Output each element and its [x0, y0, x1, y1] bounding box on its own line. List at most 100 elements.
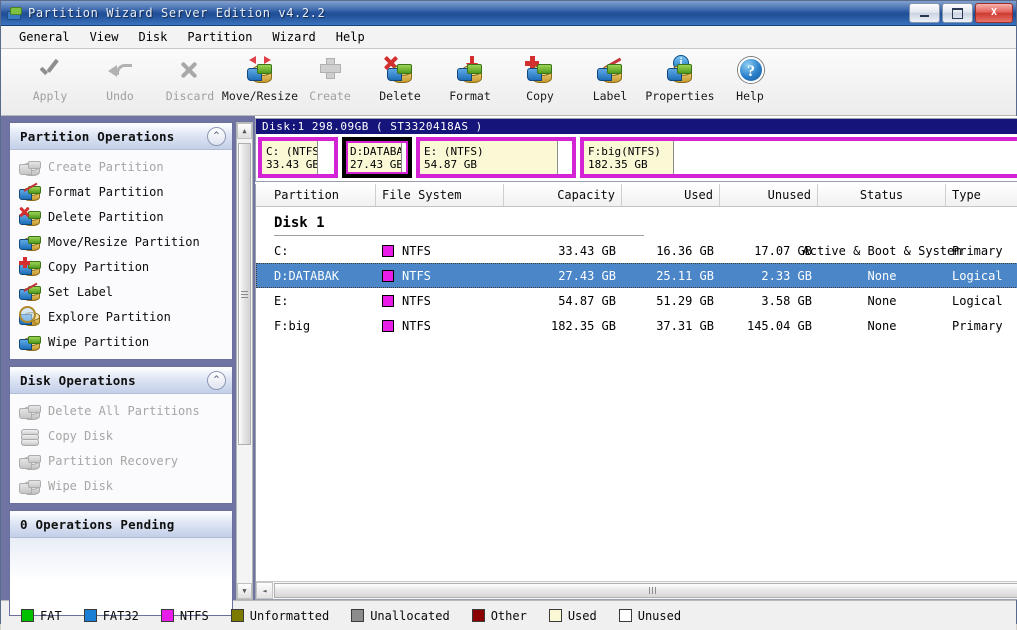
sidebar-scroll-thumb[interactable]	[238, 143, 251, 445]
maximize-button[interactable]	[942, 3, 973, 23]
disk-map-partition-c[interactable]: C: (NTFS) 33.43 GB	[258, 137, 338, 178]
menu-item-view[interactable]: View	[80, 28, 129, 46]
legend-label: FAT	[40, 608, 62, 623]
legend-label: Unformatted	[249, 608, 330, 623]
sidebar-item-wipe-partition[interactable]: Wipe Partition	[10, 329, 232, 354]
toolbar-undo-button[interactable]: Undo	[85, 53, 155, 109]
sidebar-item-label: Wipe Disk	[48, 478, 114, 493]
hscroll-thumb[interactable]	[274, 583, 1017, 598]
sidebar-item-copy-disk[interactable]: Copy Disk	[10, 423, 232, 448]
disk-group-label: Disk 1	[274, 215, 325, 231]
disk-map-partition-e[interactable]: E: (NTFS) 54.87 GB	[416, 137, 576, 178]
column-header-capacity[interactable]: Capacity	[504, 184, 622, 206]
sidebar-item-create-partition[interactable]: Create Partition	[10, 154, 232, 179]
sidebar-item-label: Partition Recovery	[48, 453, 179, 468]
chevron-up-icon[interactable]: ^	[207, 370, 226, 390]
sidebar-item-label: Set Label	[48, 284, 114, 299]
toolbar-discard-button[interactable]: Discard	[155, 53, 225, 109]
disk-map-partition-f[interactable]: F:big(NTFS) 182.35 GB	[580, 137, 1017, 178]
column-header-unused[interactable]: Unused	[720, 184, 818, 206]
partition-map-size: 182.35 GB	[588, 157, 648, 171]
sidebar-item-explore-partition[interactable]: Explore Partition	[10, 304, 232, 329]
cell-partition: D:DATABAK	[274, 268, 340, 283]
other-color-swatch-icon	[471, 609, 485, 622]
set-label-icon	[19, 283, 41, 301]
sidebar-item-partition-recovery[interactable]: Partition Recovery	[10, 448, 232, 473]
cell-status: None	[867, 318, 897, 333]
sidebar-item-copy-partition[interactable]: Copy Partition	[10, 254, 232, 279]
scroll-up-icon[interactable]: ▲	[237, 123, 252, 139]
title-bar: Partition Wizard Server Edition v4.2.2 X	[1, 1, 1016, 26]
disk-map-bar: C: (NTFS) 33.43 GB D:DATABAK 27.43 GB	[256, 134, 1017, 181]
toolbar-create-button[interactable]: Create	[295, 53, 365, 109]
minimize-button[interactable]	[909, 3, 940, 23]
column-header-partition[interactable]: Partition	[268, 184, 376, 206]
disk-map-partition-d[interactable]: D:DATABAK 27.43 GB	[342, 137, 412, 178]
table-row[interactable]: E: NTFS 54.87 GB 51.29 GB 3.58 GB None L…	[256, 288, 1017, 313]
partition-map-size: 27.43 GB	[350, 157, 402, 171]
toolbar-label-button[interactable]: Label	[575, 53, 645, 109]
cell-partition: E:	[274, 293, 289, 308]
menu-item-general[interactable]: General	[9, 28, 80, 46]
minimize-icon	[920, 14, 929, 17]
panel-disk-operations-header: Disk Operations ^	[10, 367, 232, 394]
cell-status: Active & Boot & System	[802, 243, 962, 258]
legend-item-other: Other	[471, 609, 527, 623]
scroll-down-icon[interactable]: ▼	[237, 583, 252, 599]
column-header-status[interactable]: Status	[818, 184, 946, 206]
cell-unused: 2.33 GB	[761, 268, 812, 283]
panel-disk-operations: Disk Operations ^ Delete All Partitions …	[9, 366, 233, 504]
toolbar-properties-button[interactable]: i Properties	[645, 53, 715, 109]
column-header-file-system[interactable]: File System	[376, 184, 504, 206]
cell-used: 25.11 GB	[656, 268, 714, 283]
toolbar-copy-button[interactable]: Copy	[505, 53, 575, 109]
menu-item-help[interactable]: Help	[326, 28, 375, 46]
toolbar-help-button[interactable]: ? Help	[715, 53, 785, 109]
sidebar-item-set-label[interactable]: Set Label	[10, 279, 232, 304]
menu-item-partition[interactable]: Partition	[177, 28, 262, 46]
window-controls: X	[909, 3, 1013, 23]
toolbar-delete-button[interactable]: Delete	[365, 53, 435, 109]
sidebar-item-move-resize-partition[interactable]: Move/Resize Partition	[10, 229, 232, 254]
label-disk-icon	[594, 56, 626, 86]
delete-partition-icon	[19, 208, 41, 226]
sidebar-item-delete-all-partitions[interactable]: Delete All Partitions	[10, 398, 232, 423]
panel-operations-pending-header: 0 Operations Pending	[10, 511, 232, 538]
sidebar-item-delete-partition[interactable]: Delete Partition	[10, 204, 232, 229]
cell-capacity: 54.87 GB	[558, 293, 616, 308]
table-row[interactable]: D:DATABAK NTFS 27.43 GB 25.11 GB 2.33 GB…	[256, 263, 1017, 288]
sidebar-item-label: Wipe Partition	[48, 334, 150, 349]
column-header-used[interactable]: Used	[622, 184, 720, 206]
scroll-left-icon[interactable]: ◄	[256, 582, 273, 599]
close-button[interactable]: X	[975, 3, 1013, 23]
sidebar-item-label: Format Partition	[48, 184, 164, 199]
x-cross-icon	[174, 56, 206, 86]
legend-label: Unallocated	[370, 608, 450, 623]
panel-disk-operations-title: Disk Operations	[20, 372, 136, 388]
sidebar-scroll-track[interactable]	[237, 139, 252, 583]
toolbar-format-button[interactable]: Format	[435, 53, 505, 109]
menu-item-disk[interactable]: Disk	[128, 28, 177, 46]
ntfs-color-swatch-icon	[382, 244, 394, 257]
menu-item-wizard[interactable]: Wizard	[262, 28, 325, 46]
toolbar-move-resize-button[interactable]: Move/Resize	[222, 53, 298, 109]
chevron-up-icon[interactable]: ^	[207, 126, 226, 146]
partition-used-area: D:DATABAK 27.43 GB	[346, 141, 402, 174]
cell-type: Logical	[952, 268, 1003, 283]
table-row[interactable]: F:big NTFS 182.35 GB 37.31 GB 145.04 GB …	[256, 313, 1017, 338]
table-row[interactable]: C: NTFS 33.43 GB 16.36 GB 17.07 GB Activ…	[256, 238, 1017, 263]
sidebar-scrollbar[interactable]: ▲ ▼	[236, 122, 253, 600]
partition-unused-area	[558, 141, 572, 174]
partition-table-body: Disk 1 C: NTFS 33.43 GB 16.36 GB 17.07 G…	[256, 207, 1017, 581]
legend-item-unallocated: Unallocated	[351, 608, 450, 623]
sidebar-item-format-partition[interactable]: Format Partition	[10, 179, 232, 204]
column-header-type[interactable]: Type	[946, 184, 1017, 206]
legend-label: Used	[567, 608, 597, 623]
create-partition-icon	[19, 158, 41, 176]
partition-used-area: E: (NTFS) 54.87 GB	[420, 141, 558, 174]
table-horizontal-scrollbar[interactable]: ◄ ►	[256, 581, 1017, 599]
toolbar-apply-button[interactable]: Apply	[15, 53, 85, 109]
hscroll-track[interactable]	[273, 582, 1017, 599]
sidebar-item-wipe-disk[interactable]: Wipe Disk	[10, 473, 232, 498]
undo-arrow-icon	[104, 56, 136, 86]
